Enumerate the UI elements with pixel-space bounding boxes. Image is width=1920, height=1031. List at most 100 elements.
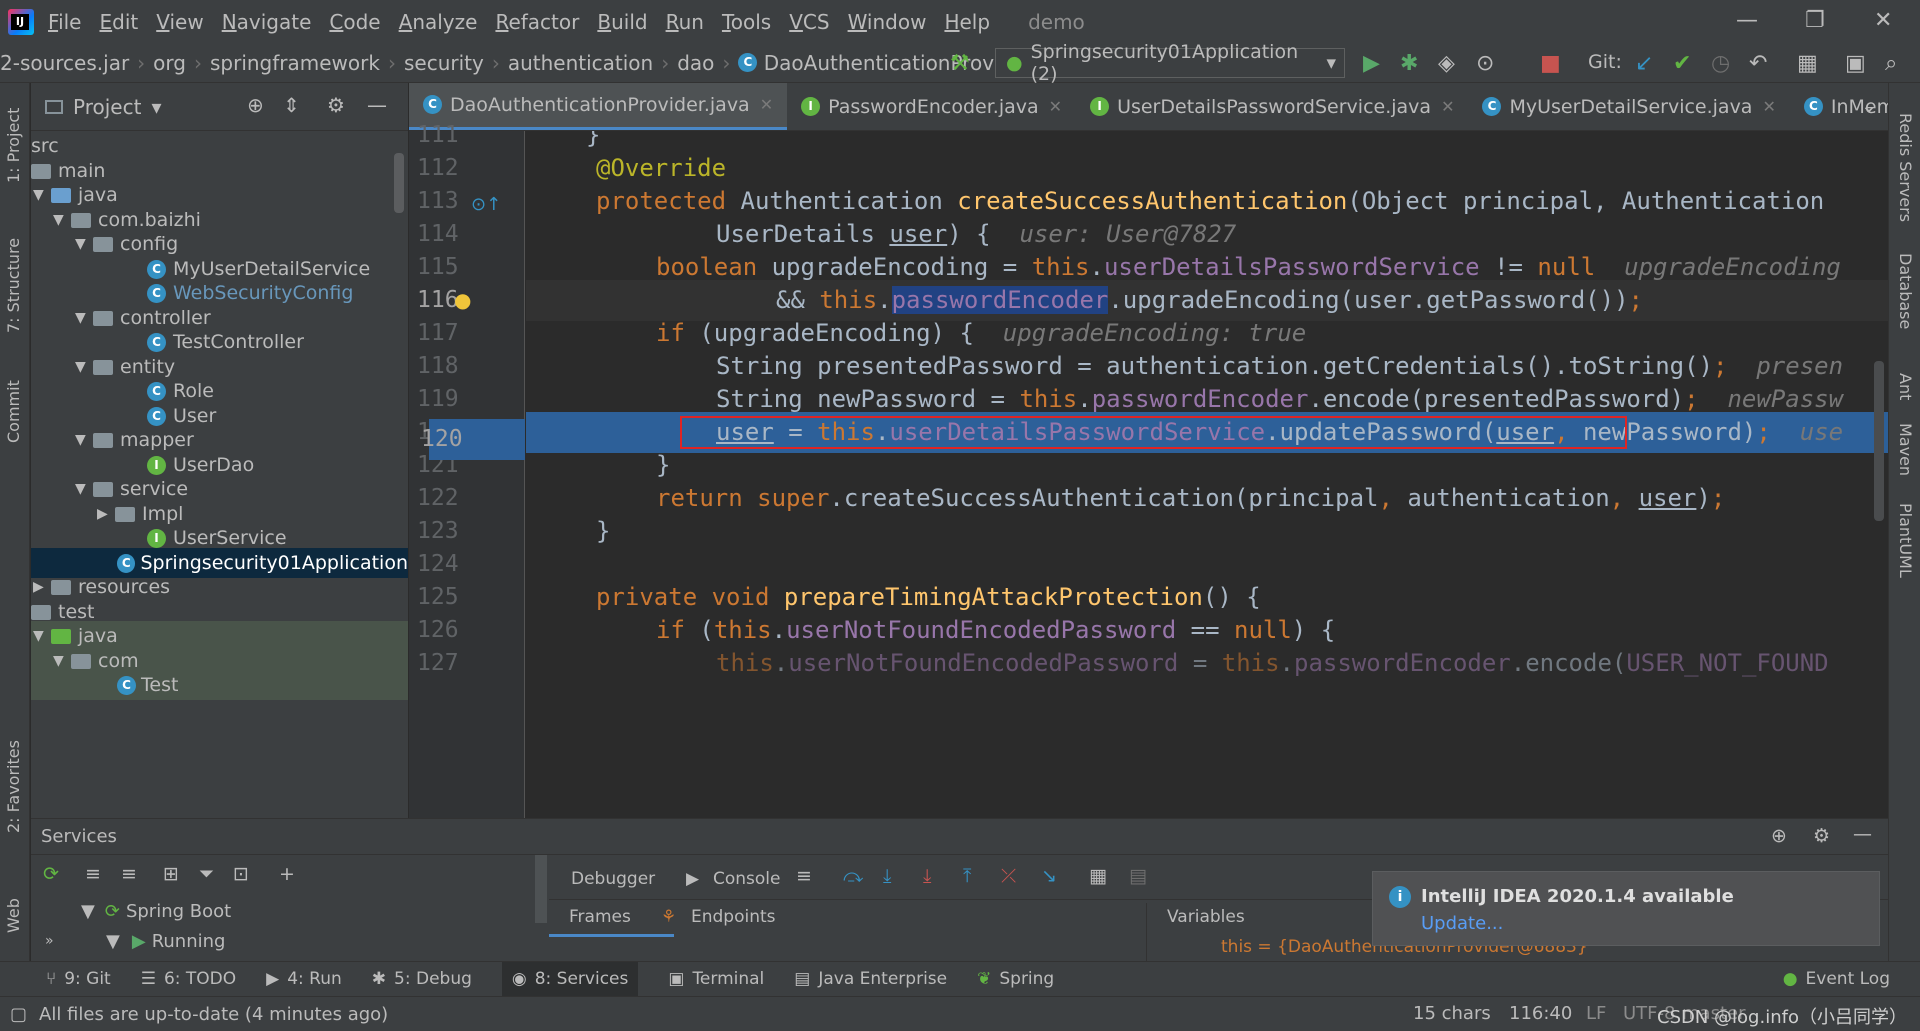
breadcrumb-security[interactable]: security xyxy=(404,51,484,75)
tree-item-spring-boot[interactable]: ▼ ⟳ Spring Boot xyxy=(81,901,231,922)
tool-tab-todo[interactable]: ☰ 6: TODO xyxy=(141,969,236,989)
tool-database[interactable]: Database xyxy=(1896,253,1915,329)
expand-all-icon[interactable]: ≡ xyxy=(85,863,101,885)
step-out-icon[interactable]: ⤒ xyxy=(963,865,971,887)
tool-tab-debug[interactable]: ✱ 5: Debug xyxy=(372,969,472,989)
tool-tab-run[interactable]: ▶ 4: Run xyxy=(266,969,342,989)
menu-build[interactable]: Build xyxy=(597,10,647,34)
close-tab-icon[interactable]: ✕ xyxy=(1762,97,1775,116)
tool-tab-services[interactable]: ◉ 8: Services xyxy=(501,961,639,997)
hide-panel-icon[interactable]: — xyxy=(367,93,387,117)
menu-window[interactable]: Window xyxy=(848,10,927,34)
project-structure-icon[interactable]: ▦ xyxy=(1797,51,1818,76)
run-icon[interactable]: ▶ xyxy=(1363,51,1380,76)
menu-refactor[interactable]: Refactor xyxy=(495,10,579,34)
filter-icon[interactable]: ⏷ xyxy=(199,863,214,885)
line-separator[interactable]: LF xyxy=(1586,1003,1606,1024)
search-icon[interactable]: ⌕ xyxy=(1885,51,1897,76)
terminal-icon[interactable]: ▣ xyxy=(1845,51,1866,76)
override-method-icon[interactable]: ⊙↑ xyxy=(471,194,501,215)
history-icon[interactable]: ◷ xyxy=(1711,51,1730,76)
menu-help[interactable]: Help xyxy=(944,10,990,34)
trace-icon[interactable]: ▤ xyxy=(1129,865,1147,887)
locate-icon[interactable]: ⊕ xyxy=(247,93,264,117)
evaluate-icon[interactable]: ▦ xyxy=(1089,865,1107,887)
tab-debugger[interactable]: Debugger xyxy=(571,869,655,889)
caret-position[interactable]: 116:40 xyxy=(1509,1003,1572,1024)
status-toggle-icon[interactable]: ▢ xyxy=(10,1004,27,1025)
breadcrumb-dao[interactable]: dao xyxy=(677,51,714,75)
tree-item[interactable]: C Test xyxy=(31,670,408,700)
git-commit-icon[interactable]: ✔ xyxy=(1673,51,1691,76)
project-scrollbar[interactable] xyxy=(394,153,404,213)
close-tab-icon[interactable]: ✕ xyxy=(1441,97,1454,116)
menu-file[interactable]: File xyxy=(48,10,81,34)
menu-vcs[interactable]: VCS xyxy=(789,10,829,34)
tool-tab-event-log[interactable]: ● Event Log xyxy=(1783,969,1890,989)
tool-favorites[interactable]: 2: Favorites xyxy=(4,740,23,833)
menu-edit[interactable]: Edit xyxy=(99,10,138,34)
menu-view[interactable]: View xyxy=(156,10,203,34)
breadcrumb-jar[interactable]: 2-sources.jar xyxy=(0,51,129,75)
lightbulb-icon[interactable]: ● xyxy=(454,288,471,312)
breadcrumb-class[interactable]: DaoAuthenticationProvider xyxy=(764,51,1033,75)
chevron-down-icon[interactable]: ▾ xyxy=(151,95,161,119)
tool-ant[interactable]: Ant xyxy=(1896,373,1915,400)
debug-icon[interactable]: ✱ xyxy=(1400,51,1418,76)
build-hammer-icon[interactable]: ⚒ xyxy=(950,51,970,76)
menu-code[interactable]: Code xyxy=(329,10,380,34)
editor-scrollbar[interactable] xyxy=(1874,361,1884,521)
close-tab-icon[interactable]: ✕ xyxy=(1049,97,1062,116)
refresh-icon[interactable]: ⟳ xyxy=(43,863,59,885)
run-to-cursor-icon[interactable]: ↘ xyxy=(1041,865,1057,887)
tool-tab-java-enterprise[interactable]: ▤ Java Enterprise xyxy=(794,969,947,989)
tab-console[interactable]: Console xyxy=(713,869,781,889)
splitter[interactable] xyxy=(535,855,547,923)
tool-tab-git[interactable]: ⑂ 9: Git xyxy=(46,969,111,989)
run-configuration-select[interactable]: ● Springsecurity01Application (2) ▾ xyxy=(995,41,1345,85)
git-update-icon[interactable]: ↙ xyxy=(1635,51,1653,76)
code-editor[interactable]: } @Override protected Authentication cre… xyxy=(526,131,1888,818)
add-icon[interactable]: + xyxy=(279,863,295,885)
tool-commit[interactable]: Commit xyxy=(4,380,23,443)
close-tab-icon[interactable]: ✕ xyxy=(760,95,773,114)
tree-item-running[interactable]: ▼ ▶ Running xyxy=(106,931,225,952)
step-over-icon[interactable]: ⤼ xyxy=(843,865,863,887)
tool-structure[interactable]: 7: Structure xyxy=(4,238,23,333)
menu-analyze[interactable]: Analyze xyxy=(399,10,478,34)
coverage-icon[interactable]: ◈ xyxy=(1438,51,1455,76)
tool-tab-terminal[interactable]: ▣ Terminal xyxy=(668,969,764,989)
project-panel-title[interactable]: Project xyxy=(73,95,141,119)
gear-icon[interactable]: ⚙ xyxy=(1813,825,1830,847)
update-link[interactable]: Update... xyxy=(1421,913,1503,934)
new-tab-icon[interactable]: ⊡ xyxy=(233,863,249,885)
collapse-all-icon[interactable]: ⇕ xyxy=(283,93,300,117)
breadcrumb-authentication[interactable]: authentication xyxy=(508,51,653,75)
tab-passwordencoder[interactable]: I PasswordEncoder.java ✕ xyxy=(787,83,1076,130)
update-notification[interactable]: i IntelliJ IDEA 2020.1.4 available Updat… xyxy=(1372,871,1880,946)
stop-icon[interactable]: ■ xyxy=(1540,51,1561,76)
rollback-icon[interactable]: ↶ xyxy=(1749,51,1767,76)
gear-icon[interactable]: ⚙ xyxy=(327,93,345,117)
close-icon[interactable]: ✕ xyxy=(1874,8,1892,33)
tab-frames[interactable]: Frames xyxy=(569,907,631,927)
group-icon[interactable]: ⊞ xyxy=(163,863,179,885)
force-step-into-icon[interactable]: ⤓ xyxy=(923,865,931,887)
tab-myuserdetailservice[interactable]: C MyUserDetailService.java ✕ xyxy=(1468,83,1789,130)
tool-project[interactable]: 1: Project xyxy=(4,108,23,183)
profile-icon[interactable]: ⊙ xyxy=(1476,51,1494,76)
menu-navigate[interactable]: Navigate xyxy=(222,10,312,34)
restore-icon[interactable]: ❐ xyxy=(1805,8,1825,33)
tab-endpoints[interactable]: Endpoints xyxy=(691,907,776,927)
hide-panel-icon[interactable]: — xyxy=(1853,823,1872,845)
tool-maven[interactable]: Maven xyxy=(1896,423,1915,476)
collapse-all-icon[interactable]: ≡ xyxy=(121,863,137,885)
expand-panel-icon[interactable]: » xyxy=(45,933,54,949)
tool-redis[interactable]: Redis Servers xyxy=(1896,113,1915,222)
breadcrumb-springframework[interactable]: springframework xyxy=(210,51,380,75)
tool-tab-spring[interactable]: ❦ Spring xyxy=(977,969,1054,989)
step-into-icon[interactable]: ⤓ xyxy=(883,865,891,887)
breadcrumb-org[interactable]: org xyxy=(153,51,186,75)
globe-icon[interactable]: ⊕ xyxy=(1771,825,1787,847)
menu-run[interactable]: Run xyxy=(666,10,704,34)
